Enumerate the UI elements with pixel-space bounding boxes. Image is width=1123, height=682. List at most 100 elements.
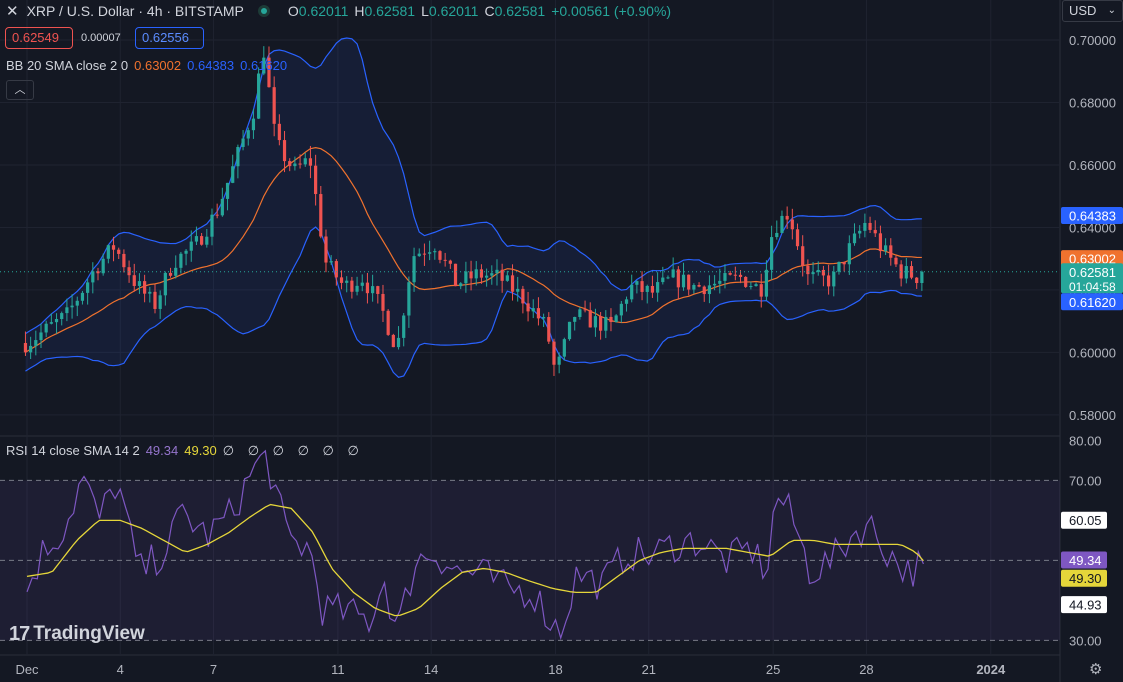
candle-body [371, 286, 375, 294]
candle-body [609, 316, 613, 323]
candle-body [86, 282, 90, 293]
candle-body [111, 245, 116, 250]
candle-body [485, 275, 489, 278]
candle-body [23, 342, 28, 353]
candle-body [733, 274, 737, 276]
candle-body [329, 261, 333, 263]
sell-button[interactable]: 0.62549 [5, 27, 73, 49]
candle-body [396, 337, 401, 348]
candle-body [816, 269, 820, 273]
candle-body [656, 282, 660, 293]
candle-body [884, 245, 888, 252]
candle-body [163, 272, 167, 296]
bb-legend-label: BB 20 SMA close 2 0 [6, 58, 129, 73]
candle-body [34, 340, 38, 346]
candle-body [189, 241, 193, 251]
candle-body [599, 316, 603, 331]
candle-body [573, 316, 577, 322]
candle-body [661, 277, 665, 283]
candle-body [676, 269, 680, 288]
candle-body [619, 303, 623, 316]
candle-body [355, 285, 359, 292]
open-label: O [287, 3, 299, 19]
candle-body [526, 303, 530, 312]
candle-body [257, 73, 261, 119]
candle-body [490, 273, 494, 276]
candle-body [500, 269, 504, 281]
chart-header: ✕ XRP / U.S. Dollar · 4h · BITSTAMP O 0.6… [6, 2, 671, 20]
rsi-value-label: 49.34 [1069, 553, 1102, 568]
time-axis-label: 14 [424, 662, 438, 677]
candle-body [474, 269, 478, 279]
candle-body [624, 299, 629, 304]
candle-body [697, 284, 701, 287]
candle-body [282, 140, 287, 162]
price-axis-label: 0.60000 [1069, 345, 1116, 360]
candle-body [692, 284, 696, 290]
candle-body [578, 309, 582, 317]
candle-body [215, 214, 219, 216]
market-status-icon [257, 5, 270, 17]
candle-body [210, 214, 214, 237]
candle-body [868, 222, 872, 230]
candle-body [168, 272, 173, 276]
candle-body [158, 295, 162, 309]
rsi-sma-label: 49.30 [1069, 571, 1102, 586]
time-axis-label: 18 [548, 662, 562, 677]
time-axis-label: 21 [642, 662, 656, 677]
gear-icon[interactable]: ⚙ [1089, 660, 1102, 678]
candle-body [614, 315, 618, 323]
candle-body [293, 163, 297, 167]
candle-body [225, 182, 230, 199]
candle-body [70, 305, 74, 308]
tradingview-logo[interactable]: 17 TradingView [9, 622, 145, 646]
time-axis-label: Dec [15, 662, 39, 677]
price-axis-label: 0.68000 [1069, 96, 1116, 111]
candle-body [904, 266, 908, 279]
spread-value: 0.00007 [81, 32, 121, 44]
candle-body [780, 215, 784, 233]
candle-body [650, 285, 655, 293]
candle-body [205, 236, 209, 245]
candle-body [153, 291, 157, 309]
candle-body [360, 282, 364, 286]
candle-body [681, 274, 686, 288]
candle-body [101, 258, 105, 274]
time-axis-label: 11 [331, 662, 345, 677]
currency-select[interactable]: USD ⌄ [1062, 0, 1123, 22]
candle-body [759, 284, 763, 297]
candle-body [516, 288, 520, 292]
candle-body [184, 250, 188, 254]
rsi-upper-label: 60.05 [1069, 513, 1102, 528]
bb-upper-value: 0.64383 [187, 58, 235, 73]
candle-body [842, 261, 846, 265]
chart-canvas[interactable]: Dec 4 7 11 14 18 21 25 28 2024 0.70000 0.68000 0.660… [0, 0, 1123, 682]
candle-body [536, 308, 541, 319]
candle-body [308, 158, 313, 166]
candle-body [723, 273, 727, 281]
rsi-legend[interactable]: RSI 14 close SMA 14 2 49.34 49.30 ∅ ∅ ∅ ∅ ∅… [6, 443, 364, 459]
candle-body [422, 253, 427, 255]
candle-body [122, 253, 126, 268]
open-value: 0.62011 [298, 3, 349, 19]
close-icon[interactable]: ✕ [6, 2, 19, 20]
buy-button[interactable]: 0.62556 [135, 27, 204, 49]
candle-body [376, 286, 380, 294]
chevron-down-icon: ⌄ [1107, 5, 1116, 16]
candle-body [179, 253, 183, 268]
candle-body [707, 285, 712, 295]
symbol-title[interactable]: XRP / U.S. Dollar · 4h · BITSTAMP [27, 3, 244, 19]
bb-legend[interactable]: BB 20 SMA close 2 0 0.63002 0.64383 0.61620 [6, 58, 287, 73]
candle-body [770, 237, 774, 270]
candle-body [464, 271, 468, 284]
candle-body [863, 222, 867, 231]
candle-body [728, 273, 732, 275]
candle-body [744, 276, 748, 287]
rsi-axis-label: 30.00 [1069, 633, 1102, 648]
rsi-sma-legend-value: 49.30 [184, 443, 217, 458]
candle-body [246, 130, 250, 139]
candle-body [785, 215, 789, 220]
candle-body [915, 277, 919, 284]
rsi-legend-label: RSI 14 close SMA 14 2 [6, 443, 140, 458]
chevron-up-icon[interactable]: ︿ [6, 80, 34, 100]
